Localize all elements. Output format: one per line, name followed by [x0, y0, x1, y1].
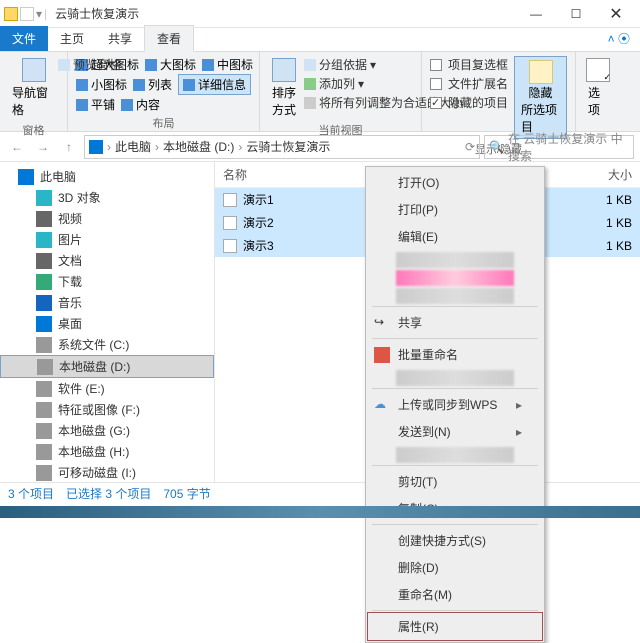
qat-dropdown-icon[interactable]: ▾: [36, 7, 42, 21]
drive-icon: [37, 359, 53, 375]
refresh-icon[interactable]: ⟳: [465, 140, 475, 154]
ctx-edit[interactable]: 编辑(E): [368, 223, 542, 250]
ctx-rename[interactable]: 重命名(M): [368, 581, 542, 608]
layout-small[interactable]: 小图标: [76, 74, 127, 95]
drive-icon: [36, 316, 52, 332]
drive-icon: [36, 274, 52, 290]
ctx-delete[interactable]: 删除(D): [368, 554, 542, 581]
drive-icon: [36, 232, 52, 248]
drive-icon: [36, 253, 52, 269]
drive-icon: [36, 190, 52, 206]
ctx-open[interactable]: 打开(O): [368, 169, 542, 196]
hidden-items-toggle[interactable]: 隐藏的项目: [430, 94, 508, 111]
tree-item[interactable]: 此电脑: [0, 166, 214, 187]
hide-selected-button[interactable]: 隐藏 所选项目: [514, 56, 567, 139]
minimize-button[interactable]: —: [516, 0, 556, 28]
drive-icon: [36, 295, 52, 311]
layout-medium[interactable]: 中图标: [202, 56, 253, 73]
layout-large[interactable]: 大图标: [145, 56, 196, 73]
search-icon: 🔍: [489, 140, 504, 154]
item-checkbox-toggle[interactable]: 项目复选框: [430, 56, 508, 73]
drive-icon: [36, 423, 52, 439]
ctx-upload-wps[interactable]: ☁上传或同步到WPS▸: [368, 391, 542, 418]
layout-details[interactable]: 详细信息: [178, 74, 251, 95]
file-icon: [223, 239, 237, 253]
nav-pane-button[interactable]: 导航窗格: [8, 56, 59, 120]
context-menu: 打开(O) 打印(P) 编辑(E) ↪共享 批量重命名 ☁上传或同步到WPS▸ …: [365, 166, 545, 643]
options-button[interactable]: ✓ 选项: [584, 56, 612, 120]
address-bar[interactable]: › 此电脑 › 本地磁盘 (D:) › 云骑士恢复演示 ⟳: [84, 135, 480, 159]
close-button[interactable]: ✕: [596, 0, 636, 28]
ctx-print[interactable]: 打印(P): [368, 196, 542, 223]
file-ext-toggle[interactable]: 文件扩展名: [430, 75, 508, 92]
tree-item[interactable]: 桌面: [0, 313, 214, 334]
layout-content[interactable]: 内容: [121, 96, 160, 113]
tree-item[interactable]: 系统文件 (C:): [0, 334, 214, 355]
ctx-send-to[interactable]: 发送到(N)▸: [368, 418, 542, 445]
ctx-properties[interactable]: 属性(R): [368, 613, 542, 640]
back-button[interactable]: ←: [6, 136, 28, 158]
tree-item[interactable]: 文档: [0, 250, 214, 271]
ctx-share[interactable]: ↪共享: [368, 309, 542, 336]
tree-item[interactable]: 图片: [0, 229, 214, 250]
pc-icon: [89, 140, 103, 154]
ctx-batch-rename[interactable]: 批量重命名: [368, 341, 542, 368]
file-icon: [223, 193, 237, 207]
ctx-blurred-item: [396, 252, 514, 268]
share-icon: ↪: [374, 315, 390, 331]
drive-icon: [36, 444, 52, 460]
tree-item[interactable]: 本地磁盘 (G:): [0, 420, 214, 441]
tree-item[interactable]: 特征或图像 (F:): [0, 399, 214, 420]
hide-icon: [529, 60, 553, 84]
window-title: 云骑士恢复演示: [55, 5, 139, 22]
tab-file[interactable]: 文件: [0, 26, 48, 51]
tab-share[interactable]: 共享: [96, 26, 144, 51]
drive-icon: [36, 337, 52, 353]
tab-home[interactable]: 主页: [48, 26, 96, 51]
sort-button[interactable]: 排序方式: [268, 56, 300, 120]
maximize-button[interactable]: ☐: [556, 0, 596, 28]
cloud-icon: ☁: [374, 397, 390, 413]
search-input[interactable]: 🔍 在 云骑士恢复演示 中搜索: [484, 135, 634, 159]
help-icon[interactable]: ˄ ⦿: [598, 26, 640, 51]
options-icon: ✓: [586, 58, 610, 82]
folder-icon: [4, 7, 18, 21]
file-icon: [223, 216, 237, 230]
tree-item[interactable]: 本地磁盘 (H:): [0, 441, 214, 462]
nav-pane-icon: [22, 58, 46, 82]
ctx-blurred-item: [396, 447, 514, 463]
drive-icon: [36, 211, 52, 227]
tree-item[interactable]: 本地磁盘 (D:): [0, 355, 214, 378]
tab-view[interactable]: 查看: [144, 25, 194, 52]
wps-icon: [374, 347, 390, 363]
tree-item[interactable]: 可移动磁盘 (I:): [0, 462, 214, 482]
ctx-cut[interactable]: 剪切(T): [368, 468, 542, 495]
drive-icon: [36, 465, 52, 481]
taskbar: [0, 506, 640, 518]
tree-item[interactable]: 音乐: [0, 292, 214, 313]
tree-item[interactable]: 视频: [0, 208, 214, 229]
forward-button[interactable]: →: [32, 136, 54, 158]
qat-icon[interactable]: [20, 7, 34, 21]
layout-tiles[interactable]: 平铺: [76, 96, 115, 113]
drive-icon: [18, 169, 34, 185]
ctx-shortcut[interactable]: 创建快捷方式(S): [368, 527, 542, 554]
ctx-blurred-item: [396, 270, 514, 286]
drive-icon: [36, 381, 52, 397]
up-button[interactable]: ↑: [58, 136, 80, 158]
divider: |: [44, 7, 47, 21]
preview-pane-button[interactable]: 预览窗格: [58, 56, 121, 73]
tree-item[interactable]: 3D 对象: [0, 187, 214, 208]
tree-item[interactable]: 软件 (E:): [0, 378, 214, 399]
tree-item[interactable]: 下载: [0, 271, 214, 292]
ctx-blurred-item: [396, 288, 514, 304]
nav-tree[interactable]: 此电脑3D 对象视频图片文档下载音乐桌面系统文件 (C:)本地磁盘 (D:)软件…: [0, 162, 215, 482]
drive-icon: [36, 402, 52, 418]
layout-list[interactable]: 列表: [133, 74, 172, 95]
sort-icon: [272, 58, 296, 82]
ctx-blurred-item: [396, 370, 514, 386]
